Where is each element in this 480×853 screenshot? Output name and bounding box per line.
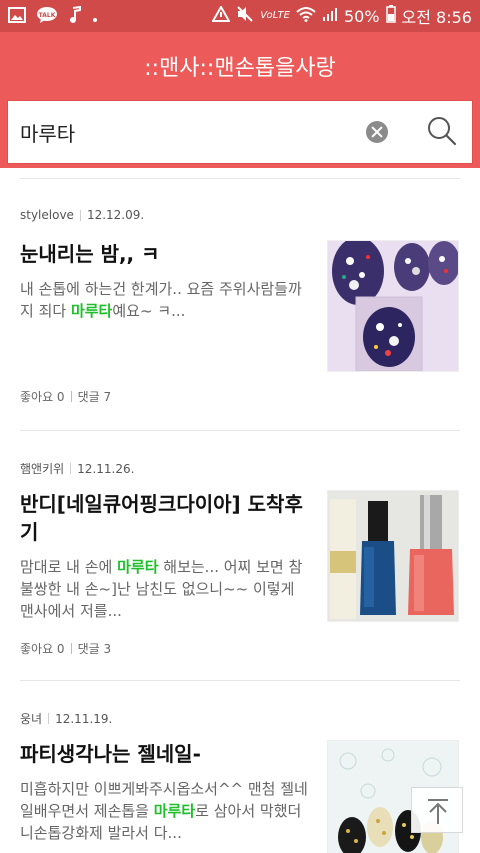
post-snippet[interactable]: 맘대로 내 손에 마루타 해보는... 어찌 보면 참 불쌍한 내 손~]난 남…	[20, 556, 312, 622]
post-author[interactable]: 햄앤키위	[20, 460, 64, 477]
post-date: 12.12.09.	[86, 208, 145, 222]
search-input[interactable]	[20, 115, 350, 149]
alarm-warning-icon	[211, 4, 231, 26]
post-date: 12.11.19.	[55, 711, 113, 726]
post-title[interactable]: 반디[네일큐어핑크다이아] 도착후기	[20, 490, 310, 546]
gallery-icon	[8, 7, 26, 27]
list-item[interactable]: 햄앤키위 12.11.26. 반디[네일큐어핑크다이아] 도착후기 맘대로 내 …	[0, 430, 480, 680]
nail-polish-bottles-image	[328, 491, 458, 621]
status-bar: TALK VoLTE 50% 오전 8:56	[0, 0, 480, 32]
signal-icon	[322, 6, 338, 26]
post-thumbnail[interactable]	[327, 240, 459, 372]
battery-percent: 50%	[343, 6, 380, 26]
volte-text: VoLTE	[260, 10, 290, 21]
stats-separator	[70, 391, 72, 402]
kakaotalk-icon: TALK	[36, 6, 58, 28]
snippet-highlight: 마루타	[117, 558, 159, 576]
snippet-highlight: 마루타	[153, 802, 196, 820]
snippet-text: 맘대로 내 손에	[20, 558, 118, 576]
post-author[interactable]: 웅녀	[20, 710, 42, 727]
meta-separator	[48, 713, 50, 724]
list-item[interactable]: stylelove 12.12.09. 눈내리는 밤,, ㅋ 내 손톱에 하는건…	[0, 168, 480, 430]
mute-icon	[236, 5, 254, 27]
post-author[interactable]: stylelove	[20, 208, 74, 222]
talk-badge-text: TALK	[39, 12, 56, 19]
search-button[interactable]	[426, 115, 458, 147]
stats-separator	[70, 643, 72, 654]
nail-art-snowman-image	[328, 241, 458, 371]
wifi-icon	[296, 6, 316, 26]
post-stats: 좋아요 0 댓글 7	[20, 388, 111, 405]
scroll-to-top-button[interactable]	[411, 787, 463, 833]
comment-count: 댓글 3	[77, 642, 112, 656]
search-bar	[7, 100, 473, 164]
post-date: 12.11.26.	[77, 461, 135, 476]
clear-search-button[interactable]	[366, 121, 388, 143]
post-snippet[interactable]: 내 손톱에 하는건 한계가.. 요즘 주위사람들까지 죄다 마루타예요~ ㅋ..…	[20, 278, 312, 322]
comment-count: 댓글 7	[77, 390, 112, 404]
search-icon	[428, 117, 457, 146]
status-bar-right: VoLTE 50% 오전 8:56	[211, 4, 472, 28]
music-note-icon	[68, 5, 82, 28]
arrow-up-icon	[428, 799, 448, 824]
cafe-title[interactable]: ::맨사::맨손톱을사랑	[0, 50, 480, 82]
notification-dot-icon	[92, 8, 98, 27]
cafe-header: ::맨사::맨손톱을사랑	[0, 32, 480, 168]
like-count: 좋아요 0	[20, 390, 65, 404]
post-snippet[interactable]: 미흡하지만 이쁘게봐주시옵소서^^ 맨첨 젤네일배우면서 제손톱을 마루타로 삼…	[20, 778, 312, 844]
post-meta: 햄앤키위 12.11.26.	[20, 460, 134, 477]
status-bar-left: TALK	[8, 5, 98, 28]
like-count: 좋아요 0	[20, 642, 65, 656]
post-meta: 웅녀 12.11.19.	[20, 710, 112, 727]
meta-separator	[79, 209, 81, 221]
snippet-text: 예요~ ㅋ...	[112, 302, 186, 320]
meta-separator	[70, 463, 72, 474]
post-title[interactable]: 파티생각나는 젤네일-	[20, 740, 310, 768]
battery-icon	[385, 5, 396, 27]
post-stats: 좋아요 0 댓글 3	[20, 640, 111, 657]
clock: 오전 8:56	[401, 8, 472, 27]
post-thumbnail[interactable]	[327, 490, 459, 622]
list-item[interactable]: 웅녀 12.11.19. 파티생각나는 젤네일- 미흡하지만 이쁘게봐주시옵소서…	[0, 680, 480, 853]
snippet-highlight: 마루타	[70, 302, 113, 320]
post-title[interactable]: 눈내리는 밤,, ㅋ	[20, 240, 310, 268]
search-results-list: stylelove 12.12.09. 눈내리는 밤,, ㅋ 내 손톱에 하는건…	[0, 168, 480, 853]
post-meta: stylelove 12.12.09.	[20, 208, 144, 222]
